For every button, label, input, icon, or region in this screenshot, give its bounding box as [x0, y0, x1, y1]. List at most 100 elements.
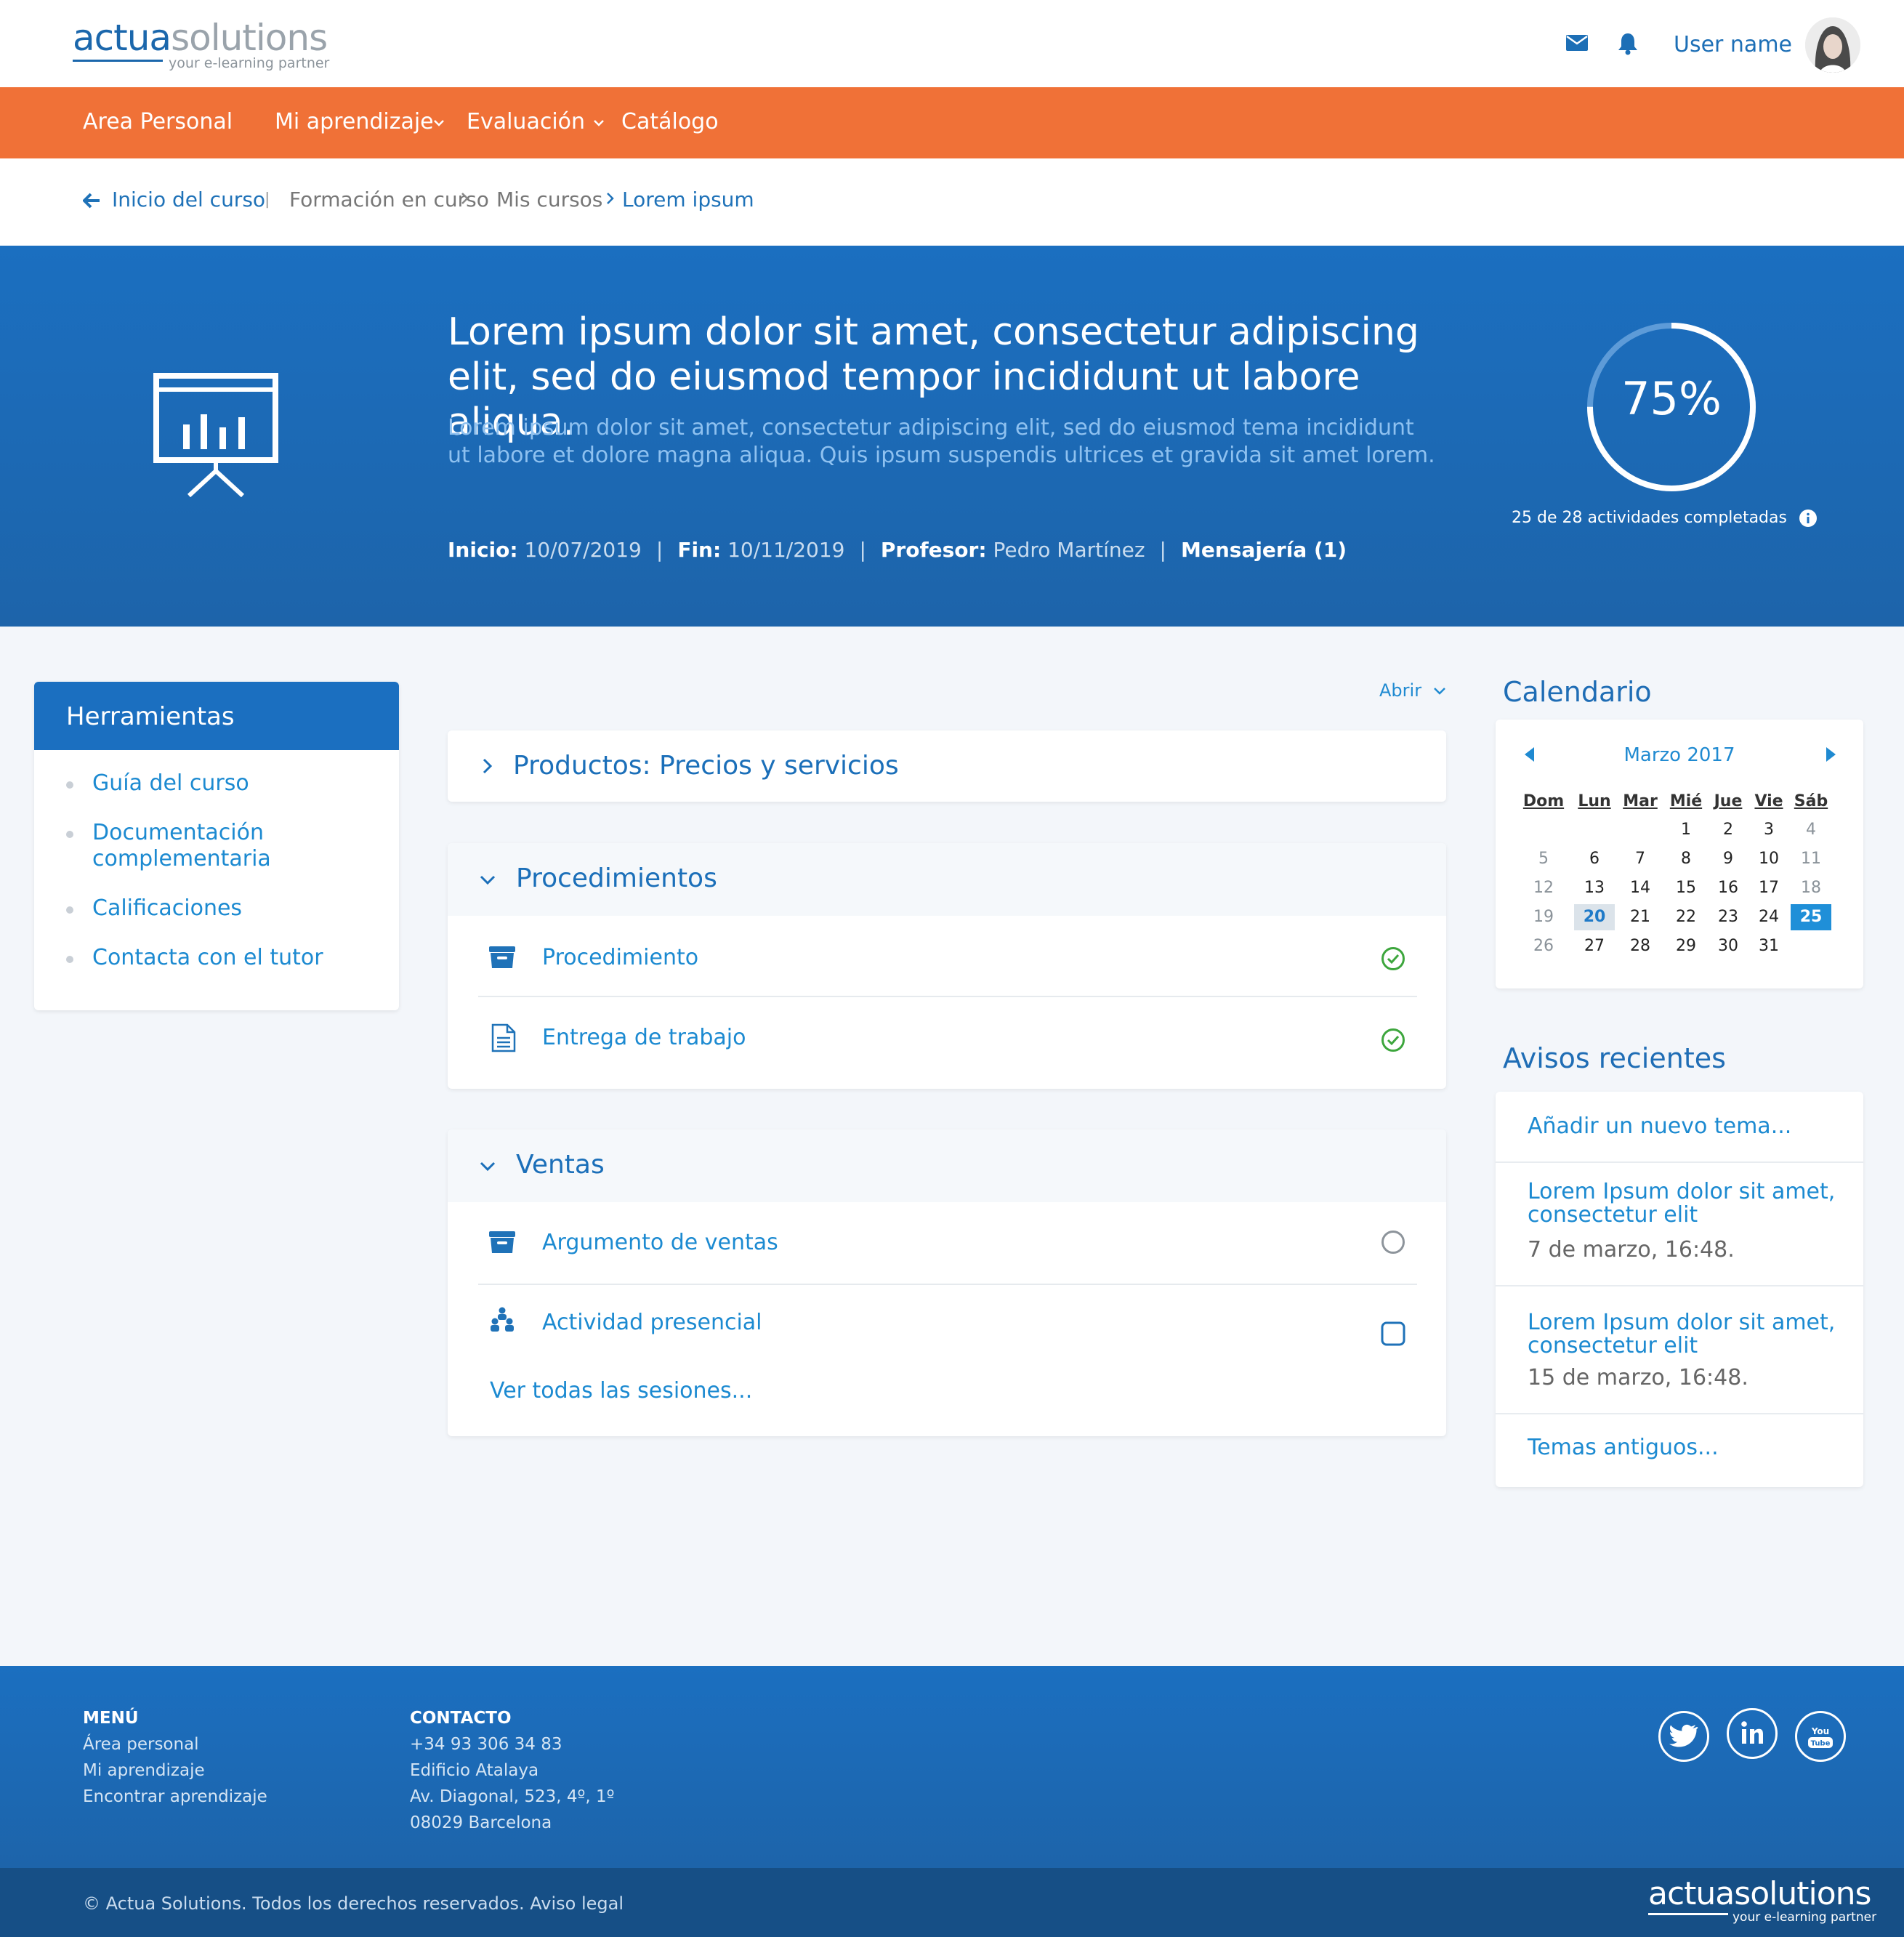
brand-logo[interactable]: actuasolutions your e-learning partner [73, 17, 329, 71]
calendar-day[interactable]: 3 [1748, 817, 1789, 843]
nav-mi-aprendizaje[interactable]: Mi aprendizaje [275, 109, 434, 134]
weekday-header: Sáb [1794, 792, 1828, 810]
calendar-day[interactable]: 23 [1708, 904, 1748, 930]
breadcrumb-back[interactable]: Inicio del curso [112, 188, 265, 212]
calendar-day[interactable]: 15 [1666, 875, 1706, 901]
divider [1496, 1285, 1863, 1286]
mail-icon[interactable] [1566, 35, 1588, 51]
calendar-day[interactable]: 19 [1523, 904, 1564, 930]
activity-link[interactable]: Actividad presencial [542, 1310, 762, 1335]
calendar-day[interactable]: 26 [1523, 933, 1564, 959]
youtube-icon[interactable]: You Tube [1795, 1711, 1846, 1762]
add-topic-link[interactable]: Añadir un nuevo tema... [1528, 1115, 1847, 1138]
twitter-icon[interactable] [1658, 1711, 1709, 1762]
calendar-day[interactable]: 7 [1620, 846, 1661, 872]
breadcrumb-item[interactable]: Formación en curso [289, 188, 489, 212]
calendar-day[interactable]: 22 [1666, 904, 1706, 930]
calendar-day[interactable]: 2 [1708, 817, 1748, 843]
news-link[interactable]: Lorem Ipsum dolor sit amet, consectetur … [1528, 1180, 1847, 1227]
calendar-day[interactable]: 8 [1666, 846, 1706, 872]
calendar-day[interactable]: 16 [1708, 875, 1748, 901]
calendar-day[interactable]: 14 [1620, 875, 1661, 901]
calendar-day[interactable]: 4 [1791, 817, 1831, 843]
expand-toggle[interactable]: Abrir [1379, 680, 1446, 701]
calendar-day[interactable]: 21 [1620, 904, 1661, 930]
copyright[interactable]: © Actua Solutions. Todos los derechos re… [83, 1893, 624, 1914]
footer-link[interactable]: Mi aprendizaje [83, 1757, 267, 1784]
calendar-day[interactable]: 6 [1574, 846, 1615, 872]
end-date: 10/11/2019 [727, 538, 845, 562]
calendar-day[interactable]: 13 [1574, 875, 1615, 901]
activity-link[interactable]: Argumento de ventas [542, 1230, 778, 1255]
activity-link[interactable]: Entrega de trabajo [542, 1025, 746, 1050]
svg-text:Tube: Tube [1811, 1740, 1831, 1748]
breadcrumb-item[interactable]: Mis cursos [496, 188, 602, 212]
calendar-day[interactable]: 30 [1708, 933, 1748, 959]
footer-address: Av. Diagonal, 523, 4º, 1º [410, 1787, 615, 1806]
weekday-header: Dom [1522, 792, 1565, 810]
calendar-day[interactable]: 29 [1666, 933, 1706, 959]
arrow-left-icon[interactable] [83, 193, 100, 209]
calendar-day[interactable]: 1 [1666, 817, 1706, 843]
linkedin-icon[interactable] [1727, 1708, 1778, 1759]
footer-logo[interactable]: actuasolutions your e-learning partner [1648, 1877, 1876, 1925]
user-name[interactable]: User name [1674, 32, 1792, 57]
calendar-day[interactable]: 17 [1748, 875, 1789, 901]
chevron-right-icon[interactable] [483, 758, 493, 774]
tool-documentacion[interactable]: Documentación complementaria [66, 820, 281, 872]
end-label: Fin: [677, 538, 722, 562]
footer-link[interactable]: Encontrar aprendizaje [83, 1784, 267, 1810]
footer-link[interactable]: Área personal [83, 1731, 267, 1757]
calendar-day[interactable]: 11 [1791, 846, 1831, 872]
chevron-down-icon[interactable] [433, 119, 445, 126]
tool-contacta[interactable]: Contacta con el tutor [66, 945, 399, 971]
chevron-down-icon[interactable] [480, 1161, 496, 1172]
module-title[interactable]: Procedimientos [516, 863, 717, 893]
empty-circle-icon[interactable] [1381, 1230, 1405, 1255]
footer-menu: MENÚ Área personal Mi aprendizaje Encont… [83, 1705, 267, 1810]
module-title[interactable]: Productos: Precios y servicios [513, 751, 899, 781]
footer-menu-title: MENÚ [83, 1709, 139, 1728]
chevron-right-icon [606, 192, 615, 205]
start-label: Inicio: [448, 538, 518, 562]
info-icon[interactable] [1799, 510, 1817, 527]
calendar-day[interactable]: 9 [1708, 846, 1748, 872]
weekday-header: Lun [1578, 792, 1611, 810]
checkbox[interactable] [1381, 1321, 1405, 1346]
news-title: Avisos recientes [1503, 1042, 1726, 1074]
calendar-day[interactable]: 28 [1620, 933, 1661, 959]
module-productos[interactable]: Productos: Precios y servicios [448, 730, 1446, 802]
calendar-day[interactable]: 10 [1748, 846, 1789, 872]
calendar-month: Marzo 2017 [1623, 744, 1735, 766]
view-all-sessions-link[interactable]: Ver todas las sesiones... [490, 1378, 752, 1404]
activity-link[interactable]: Procedimiento [542, 945, 698, 970]
avatar[interactable] [1805, 17, 1860, 73]
weekday-header: Mar [1623, 792, 1658, 810]
old-topics-link[interactable]: Temas antiguos... [1528, 1436, 1847, 1459]
calendar-day[interactable]: 5 [1523, 846, 1564, 872]
module-procedimientos: Procedimientos Procedimiento Entrega de … [448, 843, 1446, 1089]
footer-contact: CONTACTO +34 93 306 34 83 Edificio Atala… [410, 1705, 614, 1836]
nav-area-personal[interactable]: Area Personal [83, 109, 233, 134]
nav-evaluacion[interactable]: Evaluación [467, 109, 585, 134]
group-icon [488, 1307, 516, 1333]
calendar-day[interactable]: 24 [1748, 904, 1789, 930]
tool-calificaciones[interactable]: Calificaciones [66, 895, 399, 922]
calendar-day[interactable]: 25 [1791, 904, 1831, 930]
caret-right-icon[interactable] [1826, 747, 1836, 762]
module-title[interactable]: Ventas [516, 1150, 605, 1180]
tool-guia[interactable]: Guía del curso [66, 770, 399, 797]
news-link[interactable]: Lorem Ipsum dolor sit amet, consectetur … [1528, 1311, 1847, 1358]
chevron-down-icon[interactable] [480, 875, 496, 885]
bell-icon[interactable] [1618, 32, 1638, 55]
calendar-day[interactable]: 18 [1791, 875, 1831, 901]
calendar-day[interactable]: 20 [1574, 904, 1615, 930]
messages-link[interactable]: Mensajería (1) [1181, 538, 1347, 562]
calendar-day[interactable]: 31 [1748, 933, 1789, 959]
chevron-down-icon[interactable] [593, 119, 605, 126]
calendar-day[interactable]: 27 [1574, 933, 1615, 959]
calendar-day[interactable]: 12 [1523, 875, 1564, 901]
news-date: 7 de marzo, 16:48. [1528, 1237, 1735, 1263]
nav-catalogo[interactable]: Catálogo [621, 109, 719, 134]
svg-text:You: You [1811, 1726, 1829, 1736]
